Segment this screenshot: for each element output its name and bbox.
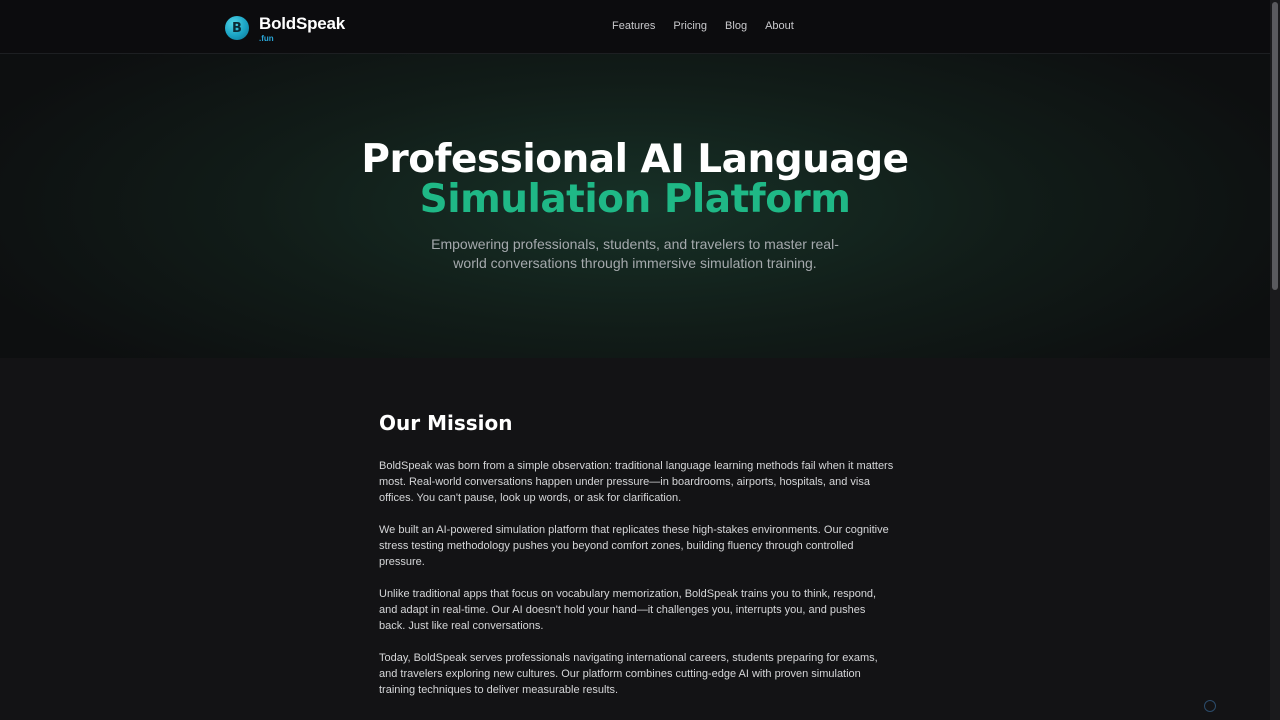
nav-link-features[interactable]: Features bbox=[612, 20, 655, 32]
nav-link-about[interactable]: About bbox=[765, 20, 794, 32]
main-nav: Features Pricing Blog About bbox=[612, 20, 812, 32]
vertical-scrollbar[interactable] bbox=[1270, 0, 1280, 720]
mission-paragraph: BoldSpeak was born from a simple observa… bbox=[379, 460, 894, 504]
logo-name: BoldSpeak bbox=[259, 14, 346, 33]
top-navigation-bar: B BoldSpeak .fun Features Pricing Blog A… bbox=[0, 0, 1270, 54]
mission-paragraph: Today, BoldSpeak serves professionals na… bbox=[379, 652, 878, 696]
mission-title: Our Mission bbox=[379, 411, 513, 435]
hero-title-line1: Professional AI Language bbox=[361, 137, 909, 182]
logo-badge-icon: B bbox=[225, 16, 249, 40]
logo-text: BoldSpeak .fun bbox=[259, 15, 345, 43]
logo-tld: .fun bbox=[259, 34, 274, 43]
mission-paragraph: Unlike traditional apps that focus on vo… bbox=[379, 588, 877, 632]
mission-section: Our Mission BoldSpeak was born from a si… bbox=[379, 408, 894, 714]
hero-section: Professional AI Language Simulation Plat… bbox=[0, 54, 1270, 358]
nav-link-blog[interactable]: Blog bbox=[725, 20, 747, 32]
floating-widget-icon[interactable] bbox=[1204, 700, 1216, 712]
nav-link-pricing[interactable]: Pricing bbox=[673, 20, 707, 32]
brand-logo[interactable]: B BoldSpeak .fun bbox=[225, 15, 345, 43]
hero-title-line2: Simulation Platform bbox=[419, 177, 851, 222]
hero-subtitle: Empowering professionals, students, and … bbox=[431, 236, 839, 271]
scrollbar-thumb[interactable] bbox=[1272, 2, 1278, 290]
mission-paragraph: We built an AI-powered simulation platfo… bbox=[379, 524, 889, 568]
